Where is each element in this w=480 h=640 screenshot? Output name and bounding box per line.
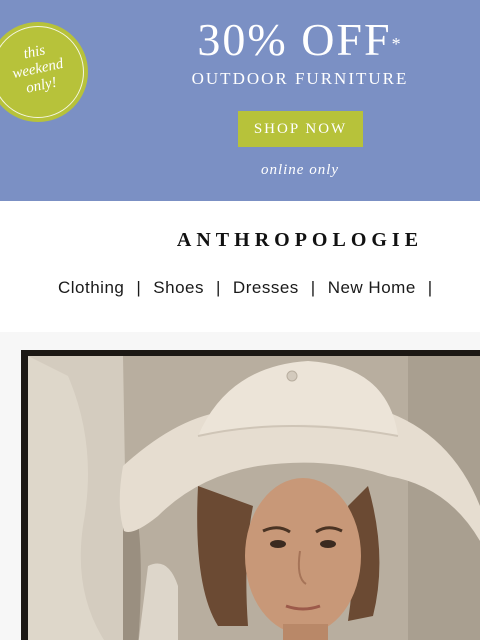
nav-separator: |: [310, 278, 316, 297]
promo-asterisk: *: [391, 34, 403, 54]
nav-shoes[interactable]: Shoes: [153, 278, 204, 297]
face: [245, 478, 361, 634]
hero-frame[interactable]: [21, 350, 480, 640]
nav-dresses[interactable]: Dresses: [233, 278, 299, 297]
hero-illustration: [28, 356, 480, 640]
nav-new-home[interactable]: New Home: [328, 278, 416, 297]
hat-button: [286, 370, 298, 382]
neck: [283, 624, 328, 640]
shop-now-button[interactable]: SHOP NOW: [238, 111, 363, 147]
nav-separator: |: [136, 278, 142, 297]
promo-banner[interactable]: this weekend only! 30% OFF* OUTDOOR FURN…: [0, 0, 480, 201]
online-only-note: online only: [260, 162, 340, 178]
brand-logo[interactable]: ANTHROPOLOGIE: [0, 229, 480, 252]
category-nav: Clothing | Shoes | Dresses | New Home |: [58, 278, 445, 298]
hero-image[interactable]: [28, 356, 480, 640]
promo-subhead: OUTDOOR FURNITURE: [191, 69, 409, 88]
nav-separator: |: [216, 278, 221, 297]
nav-separator: |: [427, 278, 433, 297]
eye-left: [270, 540, 286, 548]
promo-headline: 30% OFF*: [120, 14, 480, 66]
nav-clothing[interactable]: Clothing: [58, 278, 124, 297]
promo-headline-text: 30% OFF: [197, 14, 392, 65]
weekend-badge: this weekend only!: [0, 22, 88, 122]
eye-right: [320, 540, 336, 548]
